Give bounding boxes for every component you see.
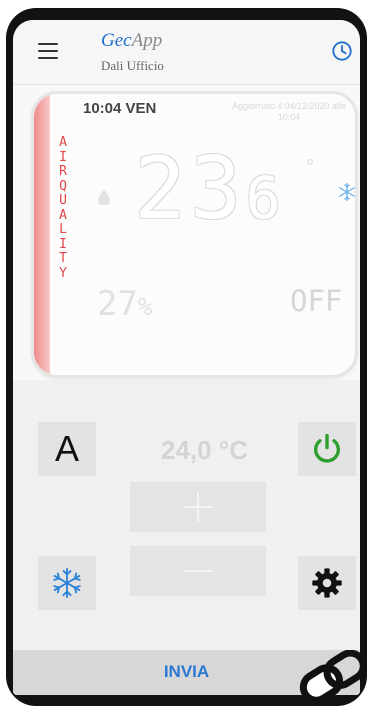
power-button[interactable] — [298, 422, 356, 476]
send-button-label: INVIA — [163, 661, 210, 681]
humidity-number: 27 — [97, 284, 138, 324]
thermostat-display: AIR QUALITY 10:04 VEN Aggiornato il 04/1… — [31, 91, 358, 378]
link-icon — [299, 650, 367, 704]
app-bar: GecApp Dali Ufficio — [13, 20, 360, 85]
mode-status: OFF — [290, 284, 343, 318]
app-title-app: App — [131, 30, 163, 51]
degree-icon: ° — [306, 156, 314, 178]
snowflake-icon — [53, 567, 81, 599]
thermostat-panel-area: AIR QUALITY 10:04 VEN Aggiornato il 04/1… — [13, 85, 360, 380]
cooling-mode-button[interactable] — [38, 556, 96, 610]
snowflake-icon — [339, 183, 355, 201]
last-update: Aggiornato il 04/12/2020 alle 10:04 — [231, 101, 347, 122]
time-day: 10:04 VEN — [83, 100, 157, 117]
temperature-decimal: 6 — [245, 164, 285, 232]
decrease-button[interactable] — [130, 546, 266, 596]
plus-icon — [183, 492, 213, 522]
humidity-value: 27% — [97, 284, 152, 324]
air-quality-strip — [34, 94, 50, 375]
minus-icon — [183, 570, 213, 572]
controls-area: A 24,0 °C — [13, 380, 360, 650]
increase-button[interactable] — [130, 482, 266, 532]
setpoint-temperature: 24,0 °C — [161, 435, 249, 465]
humidity-drop-icon — [98, 189, 110, 205]
gear-icon — [312, 568, 342, 598]
clock-icon[interactable] — [331, 40, 353, 62]
power-icon — [314, 433, 340, 463]
device-name: Dali Ufficio — [101, 58, 164, 73]
settings-button[interactable] — [298, 556, 356, 610]
humidity-unit: % — [137, 293, 153, 321]
current-temperature: 236 — [134, 146, 284, 232]
air-quality-label: AIR QUALITY — [59, 135, 67, 281]
app-title: GecApp — [101, 30, 162, 52]
app-screen: GecApp Dali Ufficio AIR QUALITY 10:04 VE… — [13, 20, 360, 695]
app-title-gec: Gec — [101, 30, 132, 51]
temperature-integer: 23 — [134, 139, 246, 239]
auto-mode-button[interactable]: A — [38, 422, 96, 476]
menu-icon[interactable] — [38, 43, 58, 59]
